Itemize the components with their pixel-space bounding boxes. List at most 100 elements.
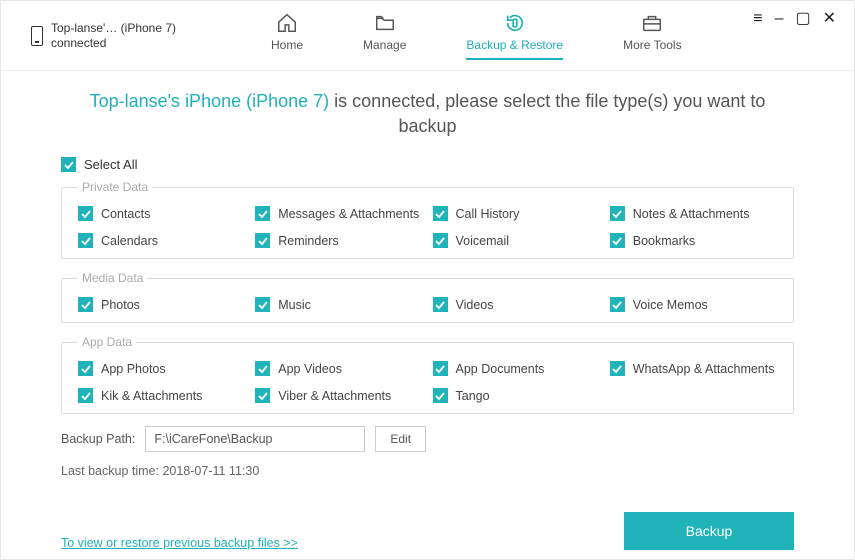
media-checkbox[interactable] — [610, 297, 625, 312]
backup-path-row: Backup Path: Edit — [61, 426, 794, 452]
toolbox-icon — [640, 12, 664, 34]
check-icon — [81, 236, 91, 246]
home-icon — [275, 12, 299, 34]
grid-media: Photos Music Videos Voice Memos — [78, 297, 777, 312]
private-item: Reminders — [255, 233, 422, 248]
check-icon — [435, 236, 445, 246]
section-media-legend: Media Data — [78, 271, 147, 285]
check-icon — [81, 300, 91, 310]
private-checkbox[interactable] — [78, 233, 93, 248]
media-item: Voice Memos — [610, 297, 777, 312]
media-label: Videos — [456, 298, 494, 312]
tab-backup-restore[interactable]: Backup & Restore — [466, 12, 563, 60]
phone-icon — [31, 26, 43, 46]
app-label: WhatsApp & Attachments — [633, 362, 775, 376]
check-icon — [435, 300, 445, 310]
app-label: App Videos — [278, 362, 342, 376]
app-checkbox[interactable] — [610, 361, 625, 376]
edit-path-button[interactable]: Edit — [375, 426, 426, 452]
check-icon — [612, 300, 622, 310]
media-item: Videos — [433, 297, 600, 312]
select-all-checkbox[interactable] — [61, 157, 76, 172]
app-checkbox[interactable] — [255, 361, 270, 376]
private-checkbox[interactable] — [78, 206, 93, 221]
restore-icon — [503, 12, 527, 34]
check-icon — [612, 236, 622, 246]
tab-manage-label: Manage — [363, 38, 406, 52]
app-checkbox[interactable] — [433, 388, 448, 403]
check-icon — [81, 391, 91, 401]
section-private-data: Private Data ContactsMessages & Attachme… — [61, 180, 794, 259]
device-status: connected — [51, 36, 176, 50]
private-checkbox[interactable] — [433, 233, 448, 248]
headline-rest: is connected, please select the file typ… — [329, 91, 765, 136]
app-item: WhatsApp & Attachments — [610, 361, 777, 376]
private-checkbox[interactable] — [255, 206, 270, 221]
device-name-short: Top-lanse'… (iPhone 7) — [51, 21, 176, 35]
app-item: App Photos — [78, 361, 245, 376]
check-icon — [81, 364, 91, 374]
media-checkbox[interactable] — [255, 297, 270, 312]
tab-home[interactable]: Home — [271, 12, 303, 60]
private-label: Reminders — [278, 234, 338, 248]
private-label: Voicemail — [456, 234, 510, 248]
private-item: Notes & Attachments — [610, 206, 777, 221]
app-label: Kik & Attachments — [101, 389, 202, 403]
headline: Top-lanse's iPhone (iPhone 7) is connect… — [61, 89, 794, 139]
private-item: Voicemail — [433, 233, 600, 248]
grid-app: App Photos App Videos App Documents WhatsAp… — [78, 361, 777, 403]
check-icon — [64, 160, 74, 170]
maximize-button[interactable]: ▢ — [795, 11, 810, 27]
tab-more-tools[interactable]: More Tools — [623, 12, 681, 60]
media-label: Music — [278, 298, 311, 312]
private-label: Call History — [456, 207, 520, 221]
app-checkbox[interactable] — [433, 361, 448, 376]
nav-tabs: Home Manage Backup & Restore More Tools — [271, 12, 682, 60]
app-checkbox[interactable] — [255, 388, 270, 403]
backup-path-input[interactable] — [145, 426, 365, 452]
private-checkbox[interactable] — [255, 233, 270, 248]
view-previous-link[interactable]: To view or restore previous backup files… — [61, 536, 298, 550]
tab-backup-label: Backup & Restore — [466, 38, 563, 52]
device-indicator: Top-lanse'… (iPhone 7) connected — [31, 21, 211, 50]
private-checkbox[interactable] — [433, 206, 448, 221]
tab-manage[interactable]: Manage — [363, 12, 406, 60]
headline-device: Top-lanse's iPhone (iPhone 7) — [90, 91, 330, 111]
check-icon — [258, 300, 268, 310]
check-icon — [612, 364, 622, 374]
titlebar: Top-lanse'… (iPhone 7) connected Home Ma… — [1, 1, 854, 71]
grid-private: ContactsMessages & AttachmentsCall Histo… — [78, 206, 777, 248]
private-item: Contacts — [78, 206, 245, 221]
select-all-row: Select All — [61, 157, 794, 172]
media-label: Photos — [101, 298, 140, 312]
app-item: App Documents — [433, 361, 600, 376]
check-icon — [435, 364, 445, 374]
app-item: App Videos — [255, 361, 422, 376]
media-item: Photos — [78, 297, 245, 312]
section-media-data: Media Data Photos Music Videos Voice Memos — [61, 271, 794, 323]
media-item: Music — [255, 297, 422, 312]
check-icon — [258, 209, 268, 219]
private-item: Bookmarks — [610, 233, 777, 248]
private-checkbox[interactable] — [610, 206, 625, 221]
device-text: Top-lanse'… (iPhone 7) connected — [51, 21, 176, 50]
tab-home-label: Home — [271, 38, 303, 52]
app-label: App Photos — [101, 362, 166, 376]
media-checkbox[interactable] — [433, 297, 448, 312]
tab-more-label: More Tools — [623, 38, 681, 52]
last-backup-time: Last backup time: 2018-07-11 11:30 — [61, 464, 794, 478]
private-item: Call History — [433, 206, 600, 221]
window-controls: ≡ – ▢ ✕ — [753, 11, 836, 27]
section-app-legend: App Data — [78, 335, 136, 349]
media-checkbox[interactable] — [78, 297, 93, 312]
minimize-button[interactable]: – — [775, 11, 784, 27]
backup-button[interactable]: Backup — [624, 512, 794, 550]
select-all-label: Select All — [84, 157, 137, 172]
app-checkbox[interactable] — [78, 388, 93, 403]
close-button[interactable]: ✕ — [823, 11, 836, 27]
private-checkbox[interactable] — [610, 233, 625, 248]
folder-icon — [373, 12, 397, 34]
app-checkbox[interactable] — [78, 361, 93, 376]
menu-icon[interactable]: ≡ — [753, 11, 762, 27]
section-private-legend: Private Data — [78, 180, 152, 194]
